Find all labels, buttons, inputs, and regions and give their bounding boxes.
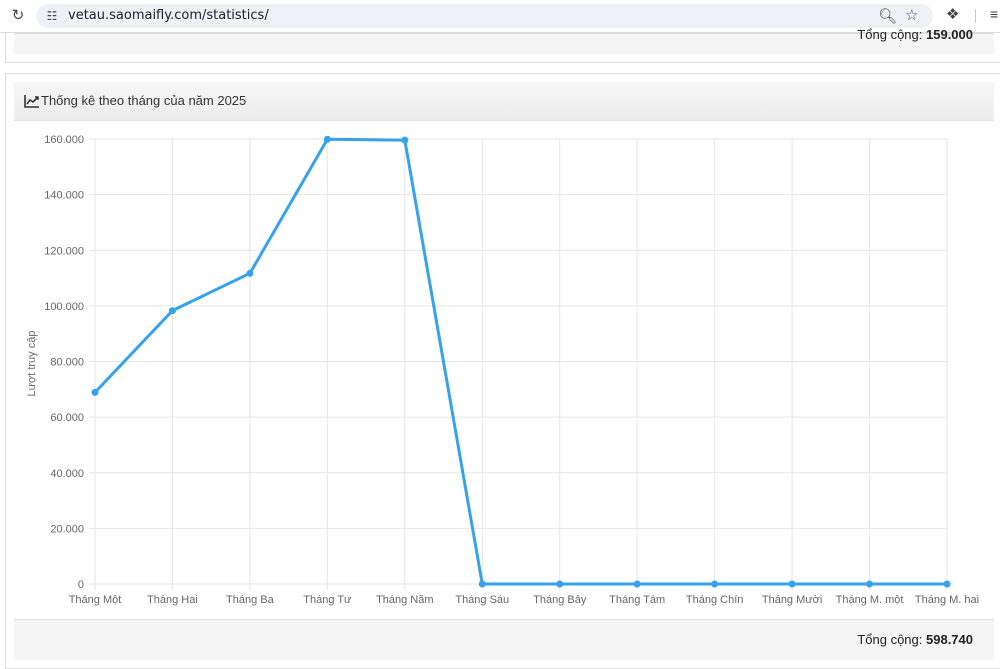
monthly-visits-line-chart: 0 20.000 40.000 60.000 80.000 100.000 120.000 1…	[26, 134, 979, 606]
data-point	[91, 388, 99, 396]
x-tick-label: Tháng Hai	[147, 594, 198, 606]
x-tick-label: Tháng Năm	[376, 594, 433, 606]
data-point	[943, 580, 951, 588]
y-tick-label: 40.000	[50, 468, 84, 480]
x-tick-label: Tháng Tám	[609, 594, 665, 606]
y-tick-label: 100.000	[44, 301, 84, 313]
y-axis-title: Lượt truy cập	[26, 331, 38, 397]
data-point	[323, 135, 331, 143]
y-tick-label: 60.000	[50, 412, 84, 424]
x-tick-label: Tháng Ba	[226, 594, 275, 606]
data-point	[556, 580, 564, 588]
y-tick-label: 120.000	[44, 245, 84, 257]
data-point	[788, 580, 796, 588]
x-tick-label: Tháng Một	[69, 594, 122, 606]
data-point	[866, 580, 874, 588]
data-point	[246, 269, 254, 277]
data-point	[711, 580, 719, 588]
data-point	[168, 307, 176, 315]
x-tick-label: Tháng M. một	[836, 594, 904, 606]
x-tick-label: Tháng Tư	[303, 594, 352, 606]
y-tick-label: 160.000	[44, 134, 84, 146]
y-tick-label: 140.000	[44, 190, 84, 202]
y-tick-label: 20.000	[50, 523, 84, 535]
x-tick-label: Tháng Chín	[686, 594, 743, 606]
x-tick-label: Tháng Bảy	[533, 594, 587, 606]
x-tick-label: Tháng M. hai	[915, 594, 979, 606]
x-tick-label: Tháng Sáu	[455, 594, 509, 606]
data-point	[478, 580, 486, 588]
x-tick-label: Tháng Mười	[762, 594, 822, 606]
y-tick-label: 0	[78, 579, 84, 591]
data-point	[401, 136, 409, 144]
data-point	[633, 580, 641, 588]
y-tick-label: 80.000	[50, 357, 84, 369]
